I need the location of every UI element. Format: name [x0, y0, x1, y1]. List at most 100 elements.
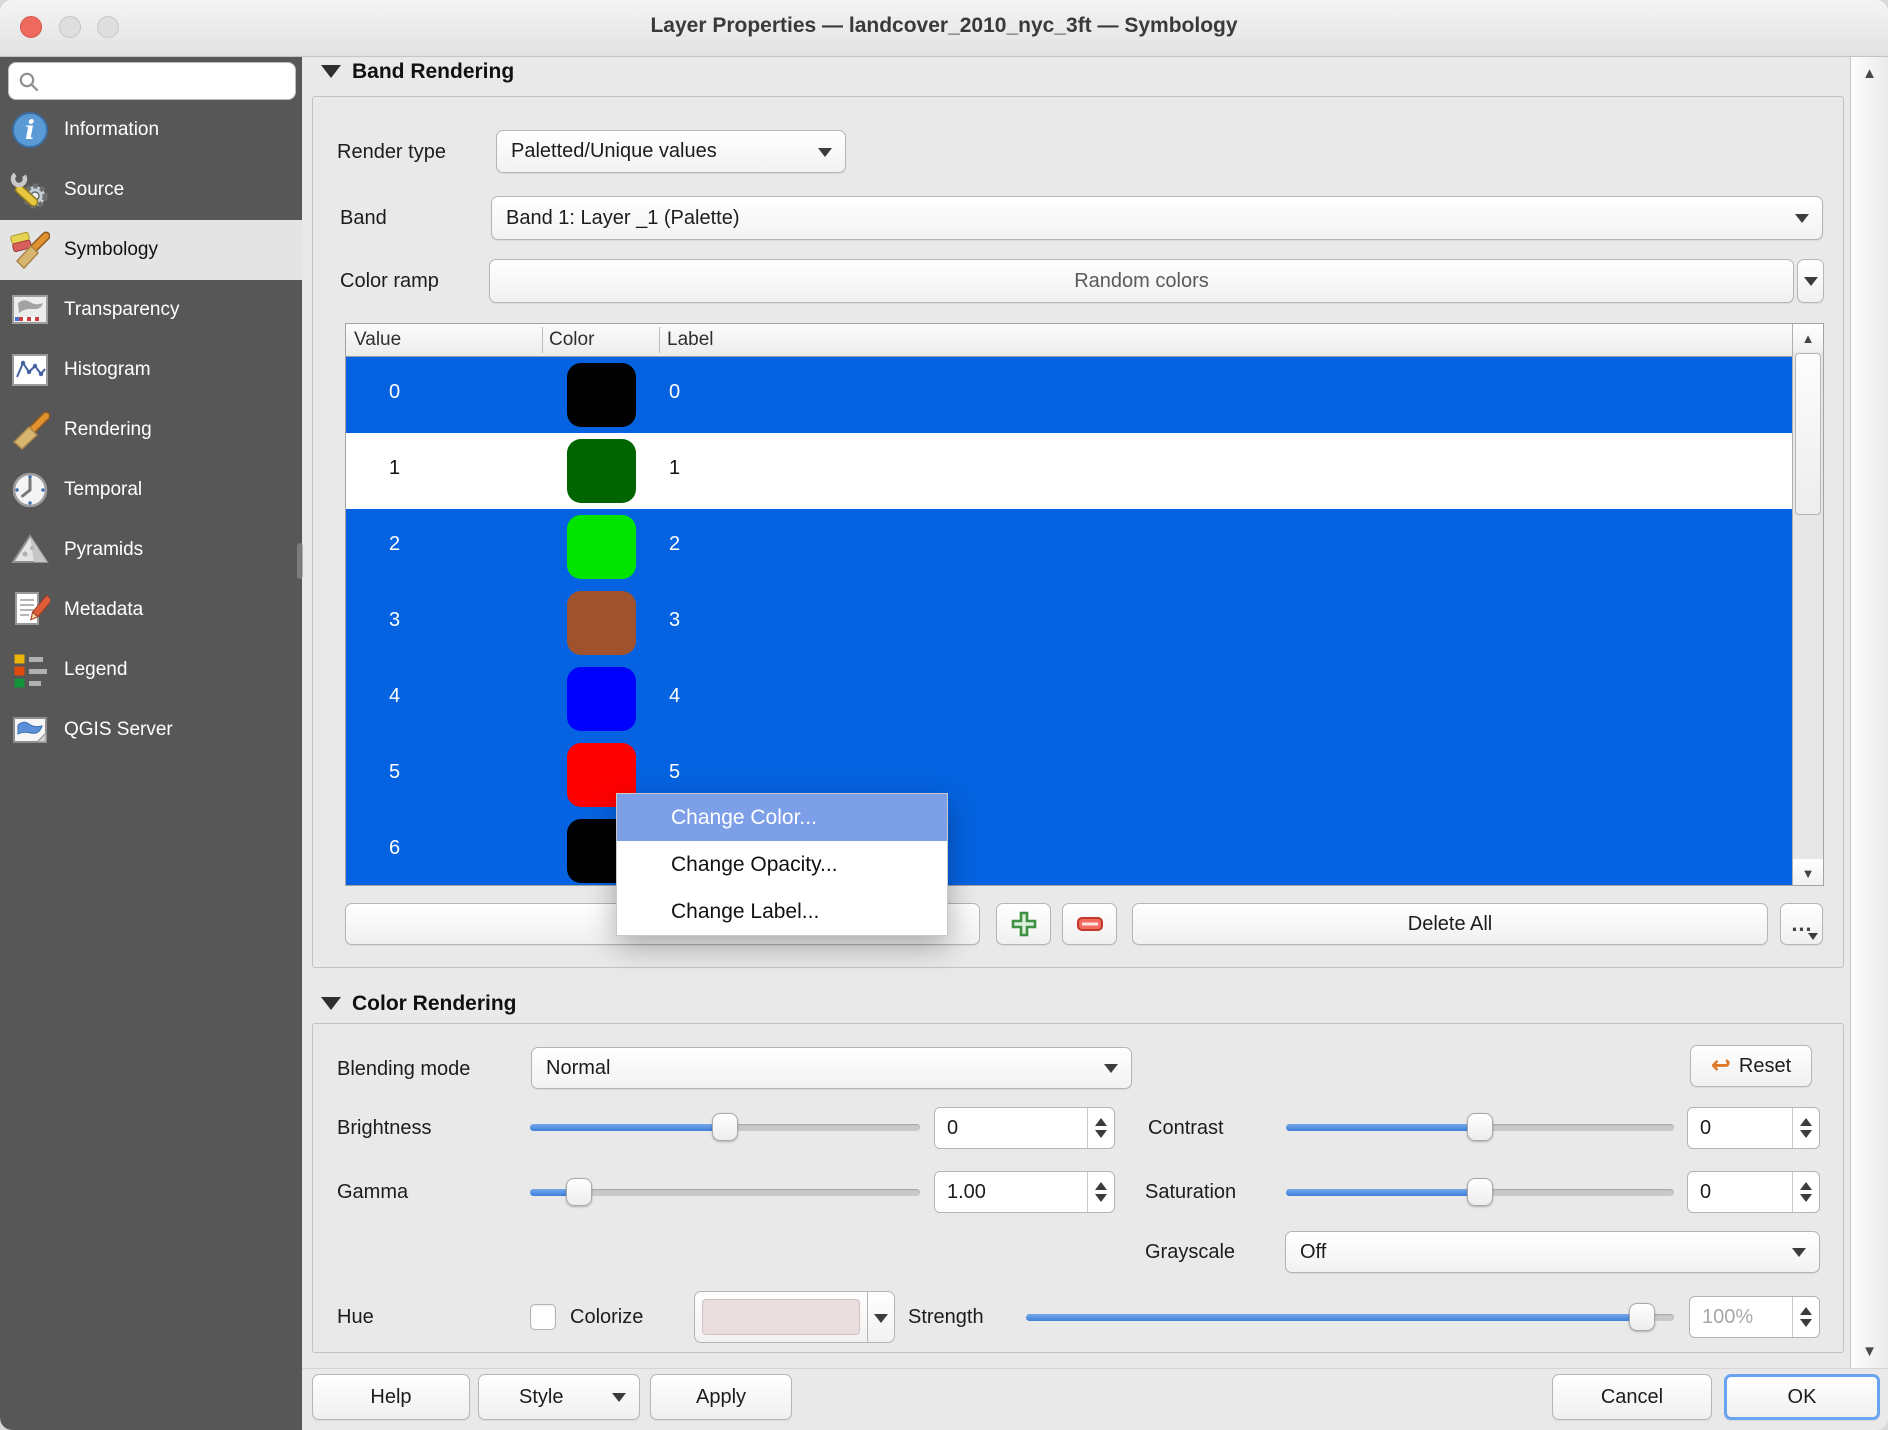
sidebar-item-pyramids[interactable]: Pyramids: [0, 520, 302, 580]
palette-color-swatch[interactable]: [567, 363, 636, 427]
style-label: Style: [519, 1386, 563, 1409]
sidebar-item-legend[interactable]: Legend: [0, 640, 302, 700]
contrast-slider[interactable]: [1286, 1113, 1674, 1141]
band-rendering-collapse-icon[interactable]: [321, 65, 341, 78]
apply-button[interactable]: Apply: [650, 1374, 792, 1420]
strength-slider[interactable]: [1026, 1303, 1674, 1331]
stepper-icons[interactable]: [1792, 1172, 1819, 1212]
help-button[interactable]: Help: [312, 1374, 470, 1420]
color-ramp-menu-button[interactable]: [1797, 259, 1824, 303]
layer-properties-dialog: Layer Properties — landcover_2010_nyc_3f…: [0, 0, 1888, 1430]
saturation-slider[interactable]: [1286, 1178, 1674, 1206]
colorize-color-menu-button[interactable]: [868, 1291, 895, 1343]
color-swatch: [702, 1299, 860, 1335]
palette-row-5[interactable]: 55: [346, 737, 1794, 813]
scrollbar-thumb[interactable]: [1795, 353, 1821, 515]
colorize-checkbox[interactable]: [530, 1304, 556, 1330]
slider-thumb[interactable]: [566, 1178, 592, 1206]
scroll-down-icon[interactable]: ▼: [1793, 859, 1823, 886]
brightness-value: 0: [935, 1117, 1087, 1140]
sidebar-search-input[interactable]: [8, 62, 296, 100]
palette-value: 2: [389, 533, 400, 556]
apply-label: Apply: [696, 1386, 746, 1409]
color-rendering-collapse-icon[interactable]: [321, 997, 341, 1010]
column-header-value[interactable]: Value: [354, 329, 401, 351]
sidebar-item-metadata[interactable]: Metadata: [0, 580, 302, 640]
blending-mode-label: Blending mode: [337, 1058, 470, 1081]
contrast-spinbox[interactable]: 0: [1687, 1107, 1820, 1149]
palette-row-0[interactable]: 00: [346, 357, 1794, 433]
palette-row-6[interactable]: 66: [346, 813, 1794, 886]
style-button[interactable]: Style: [478, 1374, 640, 1420]
sidebar-item-symbology[interactable]: Symbology: [0, 220, 302, 280]
palette-color-swatch[interactable]: [567, 515, 636, 579]
scroll-up-icon[interactable]: ▲: [1851, 65, 1888, 82]
slider-thumb[interactable]: [1629, 1303, 1655, 1331]
slider-thumb[interactable]: [1467, 1113, 1493, 1141]
color-ramp-button[interactable]: Random colors: [489, 259, 1794, 303]
slider-thumb[interactable]: [712, 1113, 738, 1141]
sidebar-item-information[interactable]: iInformation: [0, 100, 302, 160]
palette-row-1[interactable]: 11: [346, 433, 1794, 509]
gamma-slider[interactable]: [530, 1178, 920, 1206]
scroll-up-icon[interactable]: ▲: [1793, 324, 1823, 352]
palette-row-3[interactable]: 33: [346, 585, 1794, 661]
advanced-options-button[interactable]: …: [1780, 903, 1823, 945]
palette-value: 3: [389, 609, 400, 632]
sidebar-item-histogram[interactable]: Histogram: [0, 340, 302, 400]
menu-item-change-label[interactable]: Change Label...: [617, 888, 947, 935]
menu-item-change-color[interactable]: Change Color...: [617, 794, 947, 841]
sidebar-item-transparency[interactable]: Transparency: [0, 280, 302, 340]
add-entry-button[interactable]: [996, 903, 1051, 945]
band-dropdown[interactable]: Band 1: Layer _1 (Palette): [491, 196, 1823, 240]
blending-mode-dropdown[interactable]: Normal: [531, 1047, 1132, 1089]
sidebar-item-source[interactable]: Source: [0, 160, 302, 220]
strength-spinbox[interactable]: 100%: [1689, 1296, 1820, 1338]
column-header-color[interactable]: Color: [549, 329, 594, 351]
stepper-icons[interactable]: [1792, 1108, 1819, 1148]
delete-all-button[interactable]: Delete All: [1132, 903, 1768, 945]
reset-button[interactable]: ↩ Reset: [1690, 1045, 1812, 1087]
sidebar-item-temporal[interactable]: Temporal: [0, 460, 302, 520]
column-header-label[interactable]: Label: [667, 329, 714, 351]
svg-text:i: i: [25, 116, 35, 146]
strength-label: Strength: [908, 1306, 984, 1329]
stepper-icons[interactable]: [1792, 1297, 1819, 1337]
dialog-scrollbar[interactable]: ▲ ▼: [1850, 57, 1888, 1368]
brightness-slider[interactable]: [530, 1113, 920, 1141]
pyramids-icon: [10, 530, 50, 570]
ok-button[interactable]: OK: [1724, 1374, 1880, 1420]
brightness-spinbox[interactable]: 0: [934, 1107, 1115, 1149]
chevron-down-icon: [1804, 277, 1818, 286]
sidebar-item-rendering[interactable]: Rendering: [0, 400, 302, 460]
gamma-spinbox[interactable]: 1.00: [934, 1171, 1115, 1213]
palette-color-swatch[interactable]: [567, 439, 636, 503]
stepper-icons[interactable]: [1087, 1172, 1114, 1212]
palette-row-2[interactable]: 22: [346, 509, 1794, 585]
temporal-icon: [10, 470, 50, 510]
palette-table-scrollbar[interactable]: ▲ ▼: [1792, 324, 1823, 886]
remove-entry-button[interactable]: [1062, 903, 1117, 945]
slider-thumb[interactable]: [1467, 1178, 1493, 1206]
palette-row-4[interactable]: 44: [346, 661, 1794, 737]
sidebar-item-qgis-server[interactable]: QGIS Server: [0, 700, 302, 760]
render-type-dropdown[interactable]: Paletted/Unique values: [496, 130, 846, 173]
palette-color-swatch[interactable]: [567, 591, 636, 655]
menu-item-change-opacity[interactable]: Change Opacity...: [617, 841, 947, 888]
minus-icon: [1063, 904, 1116, 944]
palette-color-swatch[interactable]: [567, 667, 636, 731]
brightness-label: Brightness: [337, 1117, 432, 1140]
rendering-icon: [10, 410, 50, 450]
render-type-label: Render type: [337, 141, 446, 164]
scroll-down-icon[interactable]: ▼: [1851, 1343, 1888, 1360]
render-type-value: Paletted/Unique values: [511, 140, 717, 163]
stepper-icons[interactable]: [1087, 1108, 1114, 1148]
sidebar-item-label: Symbology: [64, 239, 158, 261]
chevron-down-icon: [818, 148, 832, 157]
grayscale-dropdown[interactable]: Off: [1285, 1231, 1820, 1273]
chevron-down-icon: [1808, 933, 1818, 940]
saturation-spinbox[interactable]: 0: [1687, 1171, 1820, 1213]
sidebar-resize-handle[interactable]: [297, 543, 303, 579]
colorize-color-button[interactable]: [694, 1291, 868, 1343]
cancel-button[interactable]: Cancel: [1552, 1374, 1712, 1420]
